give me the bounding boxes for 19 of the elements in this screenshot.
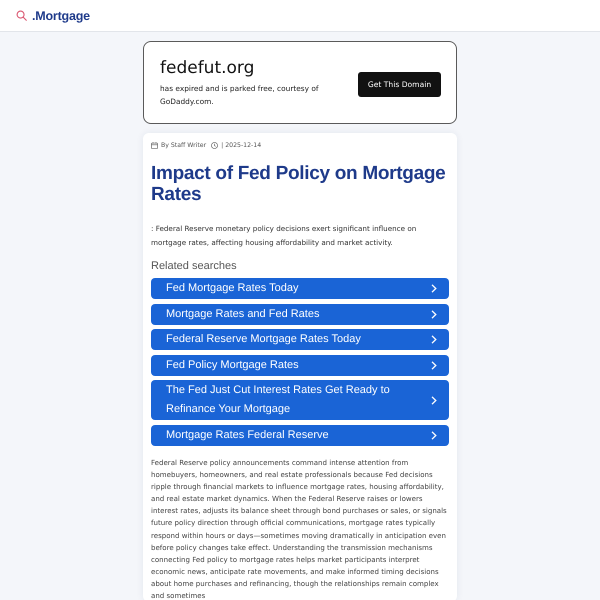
related-search-link[interactable]: Mortgage Rates Federal Reserve [151,424,449,446]
related-search-link[interactable]: Fed Mortgage Rates Today [151,278,449,299]
clock-icon [211,142,218,149]
search-icon [16,10,27,21]
chevron-right-icon [431,284,437,293]
article-title: Impact of Fed Policy on Mortgage Rates [151,163,446,205]
related-searches-heading: Related searches [151,260,238,273]
calendar-icon [151,142,158,149]
domain-name: fedefut.org [160,57,256,79]
related-search-link[interactable]: The Fed Just Cut Interest Rates Get Ready to Refinance Your Mortgage [151,380,449,420]
chevron-right-icon [431,396,437,405]
chevron-right-icon [431,430,437,440]
related-search-link[interactable]: Fed Policy Mortgage Rates [151,354,449,376]
chevron-right-icon [431,310,437,319]
related-search-link[interactable]: Mortgage Rates and Fed Rates [151,304,449,325]
site-logo[interactable]: .Mortgage [32,8,90,22]
related-search-link[interactable]: Federal Reserve Mortgage Rates Today [151,329,449,350]
chevron-right-icon [431,360,437,370]
chevron-right-icon [431,335,437,344]
